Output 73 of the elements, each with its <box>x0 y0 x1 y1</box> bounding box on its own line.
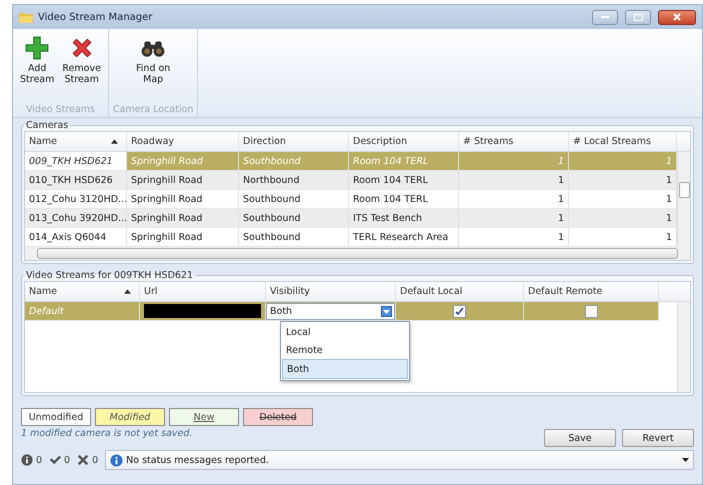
group-title: Cameras <box>25 120 70 131</box>
group-title: Video Streams for 009TKH HSD621 <box>25 270 194 281</box>
minimize-button[interactable] <box>592 10 618 24</box>
table-cell: 1 <box>459 152 569 171</box>
plus-icon <box>24 35 50 61</box>
count: 0 <box>36 454 42 466</box>
count: 0 <box>92 454 98 466</box>
sort-icon <box>124 289 131 294</box>
folder-icon <box>19 11 33 23</box>
menu-item[interactable]: Remote <box>282 341 408 359</box>
maximize-icon <box>634 14 642 20</box>
table-cell: 1 <box>569 152 677 171</box>
sort-icon <box>111 139 118 144</box>
ribbon-button[interactable]: Add Stream <box>17 33 58 104</box>
maximize-button[interactable] <box>625 10 651 24</box>
cross-icon <box>77 454 90 466</box>
table-cell: Room 104 TERL <box>349 171 459 190</box>
column-header[interactable]: Default Local <box>396 282 524 301</box>
table-cell: 1 <box>569 171 677 190</box>
table-cell: ITS Test Bench <box>349 209 459 228</box>
window-title: Video Stream Manager <box>38 12 154 22</box>
table-cell: Room 104 TERL <box>349 152 459 171</box>
column-header[interactable]: Name <box>25 282 140 301</box>
table-cell: 1 <box>459 209 569 228</box>
status-message-field[interactable]: No status messages reported. <box>105 450 694 470</box>
table-cell: 010_TKH HSD626 <box>25 171 127 190</box>
action-button[interactable]: Save <box>544 429 616 447</box>
table-cell: Default <box>25 302 140 321</box>
column-header[interactable]: Url <box>140 282 266 301</box>
table-cell: 013_Cohu 3920HD... <box>25 209 127 228</box>
save-note: 1 modified camera is not yet saved. <box>21 428 192 439</box>
horizontal-scrollbar[interactable] <box>25 247 690 260</box>
info-icon <box>110 454 124 466</box>
count: 0 <box>64 454 70 466</box>
close-icon <box>673 13 681 21</box>
column-header[interactable]: # Streams <box>459 132 569 151</box>
info-icon <box>21 454 33 466</box>
table-cell: 009_TKH HSD621 <box>25 152 127 171</box>
minimize-icon <box>601 16 609 18</box>
table-cell: Southbound <box>239 209 349 228</box>
legend-item: Unmodified <box>21 408 91 426</box>
checkbox[interactable] <box>584 304 598 318</box>
visibility-dropdown[interactable]: Both <box>266 302 395 320</box>
group-label: Camera Location <box>112 104 194 115</box>
ribbon-button[interactable]: Remove Stream <box>59 33 104 104</box>
column-header[interactable]: # Local Streams <box>569 132 677 151</box>
table-cell: Springhill Road <box>127 152 239 171</box>
legend-item: Modified <box>95 408 165 426</box>
action-button[interactable]: Revert <box>622 429 694 447</box>
menu-item[interactable]: Local <box>282 323 408 341</box>
check-icon <box>49 454 62 466</box>
table-cell: Northbound <box>239 171 349 190</box>
vertical-scrollbar[interactable] <box>677 302 690 392</box>
menu-item[interactable]: Both <box>282 359 408 379</box>
column-header[interactable]: Visibility <box>266 282 396 301</box>
column-header[interactable]: Description <box>349 132 459 151</box>
column-header[interactable]: Default Remote <box>524 282 659 301</box>
legend-item: Deleted <box>243 408 313 426</box>
vertical-scrollbar[interactable] <box>677 152 690 247</box>
table-cell: 1 <box>569 209 677 228</box>
table-cell: Springhill Road <box>127 171 239 190</box>
table-cell: Southbound <box>239 152 349 171</box>
checkbox[interactable] <box>453 304 466 318</box>
close-button[interactable] <box>658 10 696 24</box>
column-header[interactable]: Name <box>25 132 127 151</box>
column-header[interactable]: Roadway <box>127 132 239 151</box>
column-header[interactable]: Direction <box>239 132 349 151</box>
legend-item: New <box>169 408 239 426</box>
caret-icon <box>682 458 689 462</box>
table-cell: 1 <box>459 171 569 190</box>
group-label: Video Streams <box>26 104 95 115</box>
table-cell: Springhill Road <box>127 209 239 228</box>
ribbon-button[interactable]: Find on Map <box>133 33 174 104</box>
